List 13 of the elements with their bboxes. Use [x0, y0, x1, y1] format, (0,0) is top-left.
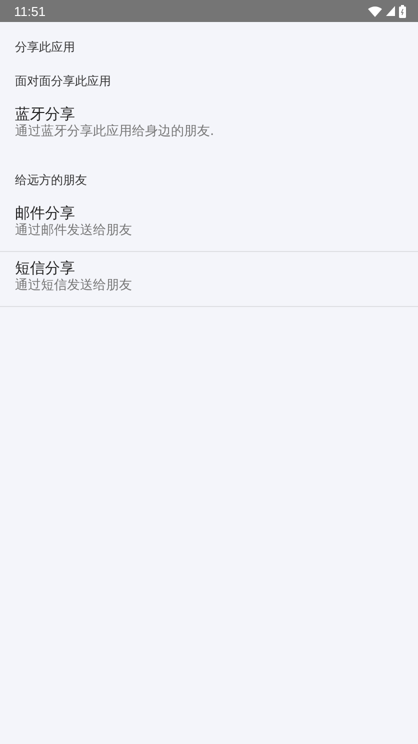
section-header: 给远方的朋友 [14, 172, 88, 189]
battery-icon [399, 4, 406, 18]
status-time: 11:51 [14, 4, 46, 18]
item-subtitle: 通过短信发送给朋友 [15, 277, 133, 295]
signal-icon [386, 6, 395, 16]
item-title: 短信分享 [15, 259, 76, 277]
item-title: 蓝牙分享 [15, 105, 76, 123]
wifi-icon [368, 6, 382, 16]
item-subtitle: 通过邮件发送给朋友 [15, 222, 133, 240]
item-subtitle: 通过蓝牙分享此应用给身边的朋友. [15, 123, 216, 141]
page-title: 分享此应用 [14, 39, 76, 56]
item-title: 邮件分享 [15, 204, 76, 222]
section-header: 面对面分享此应用 [14, 73, 112, 90]
